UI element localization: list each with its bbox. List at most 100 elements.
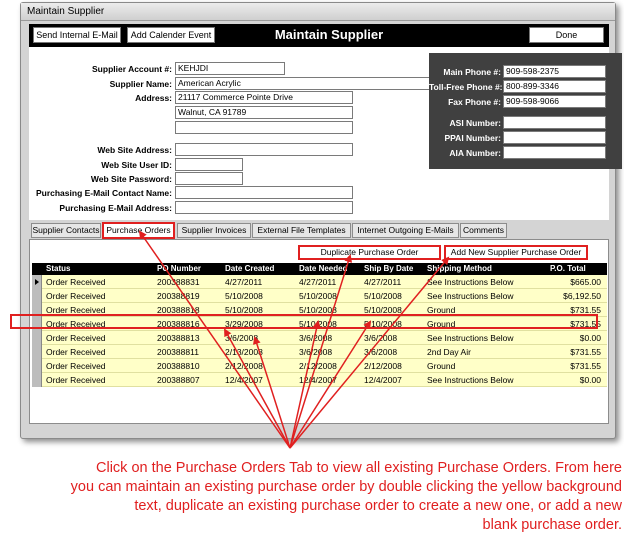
page-title: Maintain Supplier [274,27,384,42]
record-selector[interactable] [32,303,42,317]
add-calendar-event-button[interactable]: Add Calender Event [127,27,215,43]
cell-date-needed: 5/10/2008 [299,291,337,301]
toll-free-phone-label: Toll-Free Phone #: [429,82,503,92]
address-line2-field[interactable]: Walnut, CA 91789 [175,106,353,119]
record-selector[interactable] [32,289,42,303]
address-line3-field[interactable] [175,121,353,134]
tab-internet-outgoing-emails[interactable]: Internet Outgoing E-Mails [352,223,459,238]
address-line1-field[interactable]: 21117 Commerce Pointe Drive [175,91,353,104]
add-new-purchase-order-button[interactable]: Add New Supplier Purchase Order [444,245,588,260]
cell-shipping-method: See Instructions Below [427,333,514,343]
cell-shipping-method: Ground [427,361,456,371]
asi-number-field[interactable] [503,116,606,129]
address-label: Address: [135,93,172,103]
instruction-caption: Click on the Purchase Orders Tab to view… [0,459,622,535]
header-bar: Send Internal E-Mail Add Calender Event … [29,24,609,47]
tab-comments[interactable]: Comments [460,223,507,238]
table-row[interactable]: Order Received 200388811 2/13/2008 3/6/2… [32,345,607,359]
cell-po-total: $731.55 [570,305,601,315]
table-row[interactable]: Order Received 200388831 4/27/2011 4/27/… [32,275,607,289]
table-row[interactable]: Order Received 200388819 5/10/2008 5/10/… [32,289,607,303]
record-selector[interactable] [32,359,42,373]
cell-date-created: 2/13/2008 [225,347,263,357]
po-email-label: Purchasing E-Mail Address: [59,203,172,213]
main-phone-field[interactable]: 909-598-2375 [503,65,606,78]
cell-ship-by-date: 5/10/2008 [364,305,402,315]
cell-po-number: 200388819 [157,291,200,301]
cell-shipping-method: Ground [427,305,456,315]
record-selector[interactable] [32,345,42,359]
tab-bar: Supplier Contacts Purchase Orders Suppli… [29,222,609,239]
cell-date-created: 4/27/2011 [225,277,263,287]
po-contact-field[interactable] [175,186,353,199]
table-row[interactable]: Order Received 200388818 5/10/2008 5/10/… [32,303,607,317]
send-internal-email-button[interactable]: Send Internal E-Mail [33,27,121,43]
tab-purchase-orders[interactable]: Purchase Orders [102,222,175,239]
cell-po-number: 200388811 [157,347,199,357]
purchase-orders-panel: Duplicate Purchase Order Add New Supplie… [29,239,609,424]
password-field[interactable] [175,172,243,185]
column-header-shipping-method[interactable]: Shipping Method [427,263,492,275]
table-header: Status PO Number Date Created Date Neede… [32,263,607,275]
cell-ship-by-date: 3/6/2008 [364,333,398,343]
tab-external-file-templates[interactable]: External File Templates [252,223,351,238]
fax-phone-label: Fax Phone #: [448,97,501,107]
column-header-po-number[interactable]: PO Number [157,263,201,275]
user-id-label: Web Site User ID: [101,160,172,170]
aia-number-label: AIA Number: [449,148,501,158]
ppai-number-label: PPAI Number: [444,133,501,143]
table-row[interactable]: Order Received 200388813 3/6/2008 3/6/20… [32,331,607,345]
po-contact-label: Purchasing E-Mail Contact Name: [35,188,172,198]
fax-phone-field[interactable]: 909-598-9066 [503,95,606,108]
cell-status: Order Received [46,375,106,385]
cell-po-total: $731.55 [570,347,601,357]
main-phone-label: Main Phone #: [443,67,501,77]
record-selector[interactable] [32,317,42,331]
column-header-status[interactable]: Status [46,263,70,275]
column-header-ship-by-date[interactable]: Ship By Date [364,263,413,275]
toll-free-phone-field[interactable]: 800-899-3346 [503,80,606,93]
cell-shipping-method: See Instructions Below [427,277,514,287]
tab-supplier-contacts[interactable]: Supplier Contacts [31,223,101,238]
po-email-field[interactable] [175,201,353,214]
column-header-date-needed[interactable]: Date Needed [299,263,347,275]
password-label: Web Site Password: [90,174,172,184]
column-header-po-total[interactable]: P.O. Total [550,263,586,275]
tab-supplier-invoices[interactable]: Supplier Invoices [177,223,251,238]
cell-ship-by-date: 5/10/2008 [364,291,402,301]
cell-po-total: $731.55 [570,319,601,329]
cell-date-created: 2/12/2008 [225,361,263,371]
record-selector[interactable] [32,331,42,345]
cell-shipping-method: See Instructions Below [427,375,514,385]
cell-date-needed: 12/4/2007 [299,375,337,385]
cell-ship-by-date: 4/27/2011 [364,277,402,287]
cell-date-created: 5/10/2008 [225,305,263,315]
cell-status: Order Received [46,319,106,329]
cell-po-total: $0.00 [579,375,601,385]
account-field[interactable]: KEHJDI [175,62,285,75]
cell-ship-by-date: 12/4/2007 [364,375,402,385]
cell-po-number: 200388831 [157,277,200,287]
cell-ship-by-date: 3/6/2008 [364,347,398,357]
table-row[interactable]: Order Received 200388810 2/12/2008 2/12/… [32,359,607,373]
table-row[interactable]: Order Received 200388807 12/4/2007 12/4/… [32,373,607,387]
cell-date-created: 12/4/2007 [225,375,263,385]
cell-date-needed: 5/10/2008 [299,305,337,315]
cell-status: Order Received [46,361,106,371]
website-field[interactable] [175,143,353,156]
maintain-supplier-window: Maintain Supplier Send Internal E-Mail A… [20,2,622,439]
aia-number-field[interactable] [503,146,606,159]
cell-po-number: 200388813 [157,333,200,343]
duplicate-purchase-order-button[interactable]: Duplicate Purchase Order [298,245,441,260]
cell-date-needed: 4/27/2011 [299,277,337,287]
record-selector[interactable] [32,275,42,289]
record-selector[interactable] [32,373,42,387]
user-id-field[interactable] [175,158,243,171]
table-row[interactable]: Order Received 200388816 3/29/2008 5/10/… [32,317,607,331]
ppai-number-field[interactable] [503,131,606,144]
cell-status: Order Received [46,277,106,287]
caption-line-1: Click on the Purchase Orders Tab to view… [96,460,622,476]
website-label: Web Site Address: [97,145,172,155]
column-header-date-created[interactable]: Date Created [225,263,274,275]
done-button[interactable]: Done [529,27,604,43]
